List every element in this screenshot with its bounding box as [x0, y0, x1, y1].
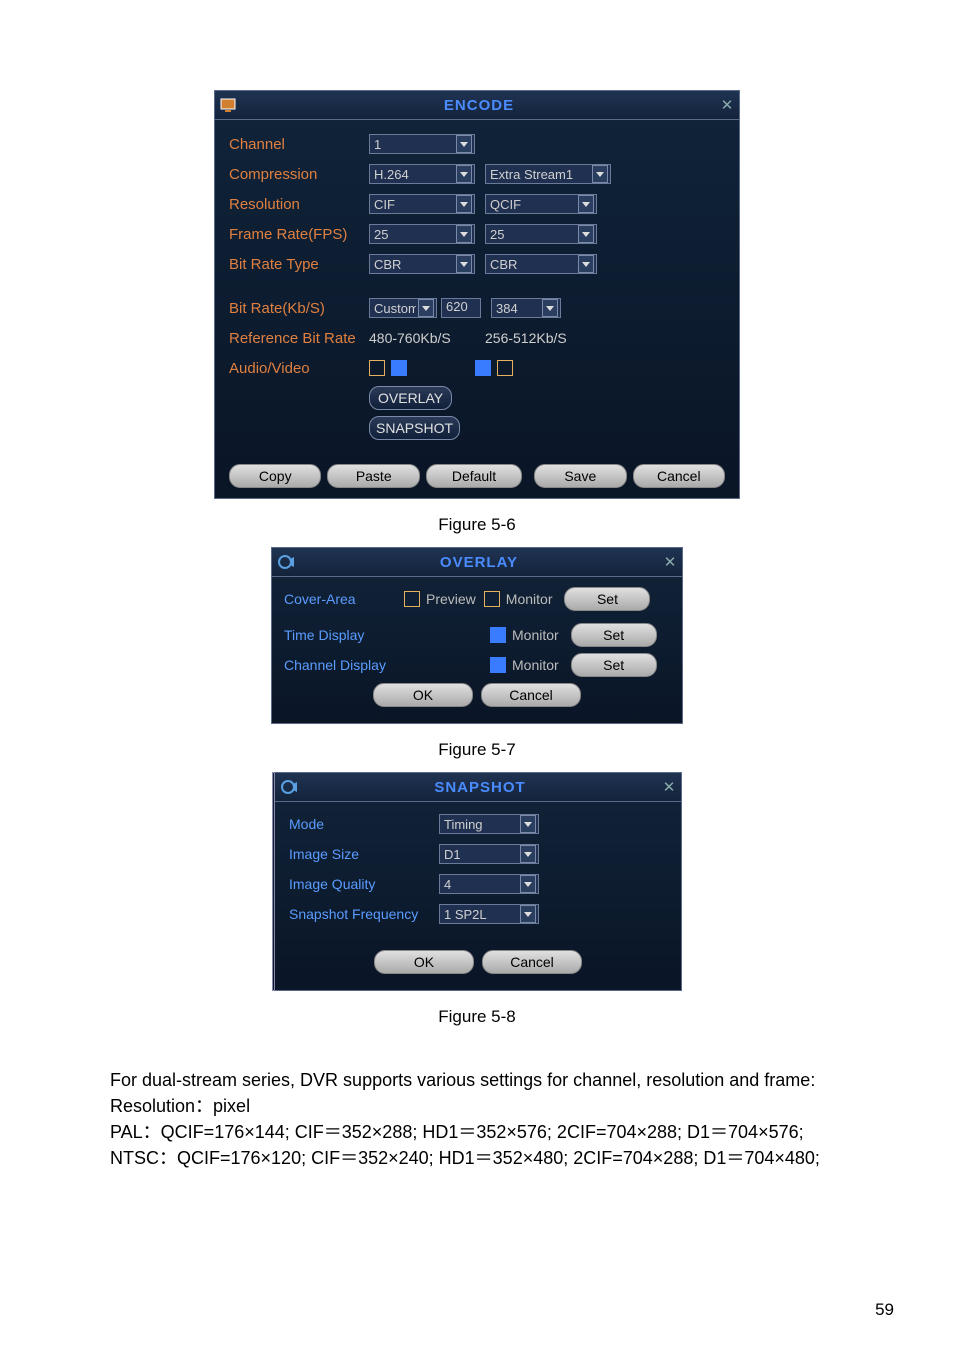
snapshot-title: SNAPSHOT [303, 779, 657, 796]
bitrate-type-select[interactable]: CBR [369, 254, 475, 274]
paragraph-4: NTSC：QCIF=176×120; CIF＝352×240; HD1＝352×… [110, 1145, 844, 1171]
chevron-down-icon [456, 255, 472, 273]
audio2-checkbox[interactable] [497, 360, 513, 376]
monitor-channel-checkbox[interactable] [490, 657, 506, 673]
chevron-down-icon [520, 905, 536, 923]
bitrate-type2-select[interactable]: CBR [485, 254, 597, 274]
image-size-select[interactable]: D1 [439, 844, 539, 864]
snapshot-button[interactable]: SNAPSHOT [369, 416, 460, 440]
video2-checkbox[interactable] [475, 360, 491, 376]
figure-caption-1: Figure 5-6 [110, 515, 844, 535]
image-quality-label: Image Quality [289, 876, 439, 892]
fps-select[interactable]: 25 [369, 224, 475, 244]
chevron-down-icon [418, 299, 434, 317]
reference-bitrate-label: Reference Bit Rate [229, 330, 369, 347]
snapshot-frequency-select[interactable]: 1 SP2L [439, 904, 539, 924]
monitor-time-checkbox[interactable] [490, 627, 506, 643]
chevron-down-icon [592, 165, 608, 183]
resolution-label: Resolution [229, 196, 369, 213]
compression-label: Compression [229, 166, 369, 183]
channel-display-label: Channel Display [284, 657, 404, 673]
monitor-time-label: Monitor [512, 627, 559, 643]
video1-checkbox[interactable] [369, 360, 385, 376]
overlay-cancel-button[interactable]: Cancel [481, 683, 581, 707]
mode-label: Mode [289, 816, 439, 832]
cover-area-label: Cover-Area [284, 591, 404, 607]
compression-select[interactable]: H.264 [369, 164, 475, 184]
default-button[interactable]: Default [426, 464, 522, 488]
fps-label: Frame Rate(FPS) [229, 226, 369, 243]
time-set-button[interactable]: Set [571, 623, 657, 647]
chevron-down-icon [520, 875, 536, 893]
chevron-down-icon [456, 165, 472, 183]
preview-label: Preview [426, 591, 476, 607]
chevron-down-icon [520, 845, 536, 863]
channel-select[interactable]: 1 [369, 134, 475, 154]
overlay-titlebar: OVERLAY ✕ [272, 548, 682, 577]
body-text: For dual-stream series, DVR supports var… [110, 1067, 844, 1171]
cover-set-button[interactable]: Set [564, 587, 650, 611]
snapshot-frequency-label: Snapshot Frequency [289, 906, 439, 922]
snapshot-dialog: SNAPSHOT ✕ Mode Timing Image Size D1 Ima… [272, 772, 682, 991]
overlay-ok-button[interactable]: OK [373, 683, 473, 707]
image-quality-select[interactable]: 4 [439, 874, 539, 894]
overlay-app-icon [272, 548, 300, 576]
chevron-down-icon [578, 195, 594, 213]
page-number: 59 [875, 1300, 894, 1320]
chevron-down-icon [520, 815, 536, 833]
fps2-select[interactable]: 25 [485, 224, 597, 244]
resolution2-select[interactable]: QCIF [485, 194, 597, 214]
audio-video-label: Audio/Video [229, 360, 369, 377]
bitrate-custom-input[interactable]: 620 [441, 298, 481, 318]
bitrate2-select[interactable]: 384 [491, 298, 561, 318]
save-button[interactable]: Save [534, 464, 626, 488]
snapshot-ok-button[interactable]: OK [374, 950, 474, 974]
figure-caption-3: Figure 5-8 [110, 1007, 844, 1027]
encode-dialog: ENCODE ✕ Channel 1 Compression H.264 Ext… [214, 90, 740, 499]
encode-title: ENCODE [243, 97, 715, 114]
copy-button[interactable]: Copy [229, 464, 321, 488]
overlay-dialog: OVERLAY ✕ Cover-Area Preview Monitor Set… [271, 547, 683, 724]
bitrate-mode-select[interactable]: Customi [369, 298, 437, 318]
preview-checkbox[interactable] [404, 591, 420, 607]
cancel-button[interactable]: Cancel [633, 464, 725, 488]
overlay-title: OVERLAY [300, 554, 658, 571]
encode-app-icon [215, 91, 243, 119]
mode-select[interactable]: Timing [439, 814, 539, 834]
paragraph-3: PAL：QCIF=176×144; CIF＝352×288; HD1＝352×5… [110, 1119, 844, 1145]
reference-bitrate-1: 480-760Kb/S [369, 330, 485, 346]
chevron-down-icon [578, 255, 594, 273]
monitor-channel-label: Monitor [512, 657, 559, 673]
paragraph-1: For dual-stream series, DVR supports var… [110, 1067, 844, 1093]
chevron-down-icon [456, 195, 472, 213]
image-size-label: Image Size [289, 846, 439, 862]
snapshot-cancel-button[interactable]: Cancel [482, 950, 582, 974]
overlay-button[interactable]: OVERLAY [369, 386, 452, 410]
snapshot-titlebar: SNAPSHOT ✕ [275, 773, 681, 802]
extra-stream-select[interactable]: Extra Stream1 [485, 164, 611, 184]
channel-label: Channel [229, 136, 369, 153]
reference-bitrate-2: 256-512Kb/S [485, 330, 567, 346]
monitor-cover-checkbox[interactable] [484, 591, 500, 607]
encode-titlebar: ENCODE ✕ [215, 91, 739, 120]
paragraph-2: Resolution：pixel [110, 1093, 844, 1119]
channel-set-button[interactable]: Set [571, 653, 657, 677]
chevron-down-icon [542, 299, 558, 317]
figure-caption-2: Figure 5-7 [110, 740, 844, 760]
resolution-select[interactable]: CIF [369, 194, 475, 214]
monitor-cover-label: Monitor [506, 591, 553, 607]
time-display-label: Time Display [284, 627, 404, 643]
chevron-down-icon [456, 135, 472, 153]
close-icon[interactable]: ✕ [657, 778, 681, 796]
paste-button[interactable]: Paste [327, 464, 419, 488]
audio1-checkbox[interactable] [391, 360, 407, 376]
bitrate-label: Bit Rate(Kb/S) [229, 300, 369, 317]
chevron-down-icon [456, 225, 472, 243]
close-icon[interactable]: ✕ [715, 96, 739, 114]
bitrate-type-label: Bit Rate Type [229, 256, 369, 273]
chevron-down-icon [578, 225, 594, 243]
close-icon[interactable]: ✕ [658, 553, 682, 571]
snapshot-app-icon [275, 773, 303, 801]
